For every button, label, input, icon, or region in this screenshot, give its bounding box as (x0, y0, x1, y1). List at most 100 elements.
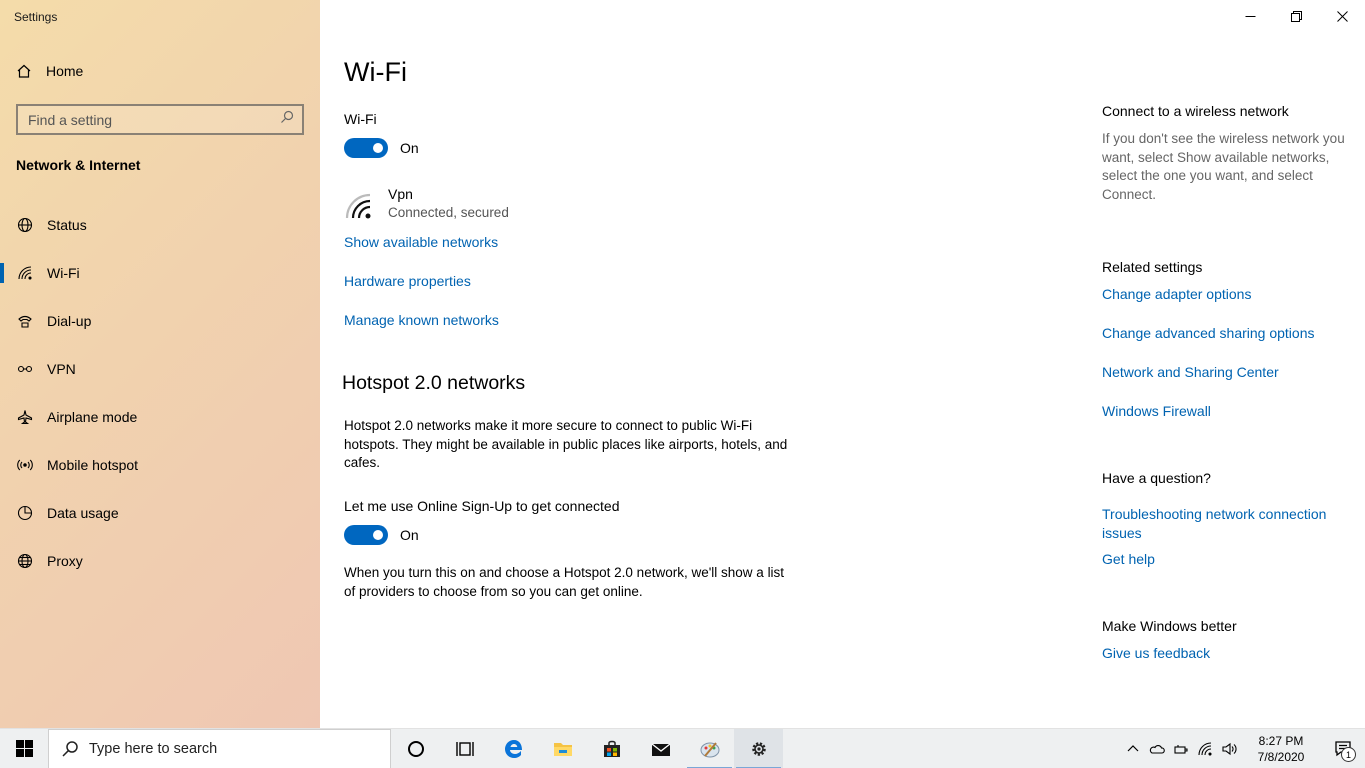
troubleshooting-link[interactable]: Troubleshooting network connection issue… (1102, 505, 1352, 542)
network-tray-button[interactable] (1193, 729, 1217, 768)
sidebar-item-label: Wi-Fi (47, 265, 80, 281)
action-center-button[interactable]: 1 (1321, 729, 1365, 768)
question-heading: Have a question? (1102, 470, 1211, 486)
windows-firewall-link[interactable]: Windows Firewall (1102, 402, 1352, 421)
change-adapter-options-link[interactable]: Change adapter options (1102, 285, 1352, 304)
sidebar-home[interactable]: Home (16, 63, 83, 79)
taskbar-clock[interactable]: 8:27 PM 7/8/2020 (1241, 733, 1321, 765)
minimize-icon (1245, 15, 1255, 17)
volume-button[interactable] (1217, 729, 1241, 768)
page-title: Wi-Fi (344, 57, 407, 87)
minimize-button[interactable] (1227, 0, 1273, 32)
sidebar-item-status[interactable]: Status (0, 201, 320, 249)
hardware-properties-link[interactable]: Hardware properties (344, 273, 471, 289)
manage-known-networks-link[interactable]: Manage known networks (344, 312, 499, 328)
folder-icon (553, 742, 572, 756)
toggle-knob (373, 530, 383, 540)
wifi-icon (1198, 742, 1212, 756)
speaker-icon (1222, 742, 1237, 756)
data-usage-icon (17, 505, 33, 521)
sidebar-item-airplane-mode[interactable]: Airplane mode (0, 393, 320, 441)
osu-description: When you turn this on and choose a Hotsp… (344, 565, 785, 599)
osu-label: Let me use Online Sign-Up to get connect… (344, 498, 620, 514)
taskbar-search-box[interactable] (48, 728, 391, 768)
get-help-link[interactable]: Get help (1102, 550, 1352, 569)
show-available-networks-link[interactable]: Show available networks (344, 234, 498, 250)
home-icon (16, 63, 32, 79)
give-feedback-link[interactable]: Give us feedback (1102, 644, 1352, 663)
sidebar: Settings Home Network & Internet Status … (0, 0, 320, 728)
sidebar-item-label: VPN (47, 361, 76, 377)
related-settings-heading: Related settings (1102, 259, 1203, 275)
start-button[interactable] (0, 729, 48, 768)
mail-button[interactable] (636, 729, 685, 768)
edge-icon (504, 739, 522, 758)
hotspot-description: Hotspot 2.0 networks make it more secure… (344, 418, 788, 470)
sidebar-item-data-usage[interactable]: Data usage (0, 489, 320, 537)
cloud-icon (1149, 744, 1165, 754)
clock-time: 8:27 PM (1258, 734, 1304, 748)
connect-text: If you don't see the wireless network yo… (1102, 131, 1345, 202)
sidebar-item-vpn[interactable]: VPN (0, 345, 320, 393)
cortana-icon (407, 740, 424, 757)
paint-button[interactable] (685, 729, 734, 768)
store-bag-icon (603, 740, 620, 757)
connect-heading: Connect to a wireless network (1102, 103, 1289, 119)
close-icon (1336, 10, 1348, 22)
battery-button[interactable] (1169, 729, 1193, 768)
onedrive-button[interactable] (1145, 729, 1169, 768)
settings-search-input[interactable] (28, 111, 268, 128)
restore-icon (1290, 10, 1302, 22)
edge-button[interactable] (489, 729, 538, 768)
network-sharing-center-link[interactable]: Network and Sharing Center (1102, 363, 1352, 382)
osu-toggle-state: On (400, 527, 419, 543)
window-controls (1227, 0, 1365, 32)
wifi-icon (17, 265, 33, 281)
restore-button[interactable] (1273, 0, 1319, 32)
wifi-label: Wi-Fi (344, 111, 377, 127)
globe-status-icon (17, 217, 33, 233)
network-name: Vpn (388, 186, 413, 202)
power-plug-icon (1174, 745, 1188, 754)
vpn-icon (17, 361, 33, 377)
change-advanced-sharing-link[interactable]: Change advanced sharing options (1102, 324, 1352, 343)
task-view-button[interactable] (440, 729, 489, 768)
connected-network[interactable]: Vpn Connected, secured (344, 186, 509, 225)
sidebar-home-label: Home (46, 63, 84, 79)
cortana-button[interactable] (391, 729, 440, 768)
sidebar-item-dialup[interactable]: Dial-up (0, 297, 320, 345)
chevron-up-icon (1127, 745, 1139, 752)
search-icon (62, 740, 78, 757)
hotspot-icon (17, 457, 33, 473)
app-title: Settings (14, 10, 58, 24)
store-button[interactable] (587, 729, 636, 768)
paint-palette-icon (700, 741, 719, 757)
sidebar-item-label: Status (47, 217, 87, 233)
taskbar-search-input[interactable] (89, 740, 369, 757)
toggle-knob (373, 143, 383, 153)
sidebar-item-wifi[interactable]: Wi-Fi (0, 249, 320, 297)
sidebar-nav: Status Wi-Fi Dial-up VPN Airplane mode M… (0, 201, 320, 585)
osu-toggle-row: On (344, 525, 419, 545)
task-view-icon (455, 741, 474, 756)
search-icon (280, 110, 294, 129)
settings-button[interactable] (734, 728, 783, 768)
clock-date: 7/8/2020 (1257, 750, 1305, 764)
make-windows-better-heading: Make Windows better (1102, 618, 1237, 634)
wifi-toggle-state: On (400, 140, 419, 156)
sidebar-item-label: Dial-up (47, 313, 92, 329)
dialup-icon (17, 313, 33, 329)
settings-search-box[interactable] (16, 104, 304, 135)
taskbar-apps (391, 728, 783, 768)
show-hidden-icons-button[interactable] (1121, 729, 1145, 768)
close-button[interactable] (1319, 0, 1365, 32)
sidebar-item-label: Airplane mode (47, 409, 138, 425)
notification-count-badge: 1 (1341, 747, 1356, 762)
wifi-toggle[interactable] (344, 138, 388, 158)
sidebar-item-mobile-hotspot[interactable]: Mobile hotspot (0, 441, 320, 489)
osu-toggle[interactable] (344, 525, 388, 545)
file-explorer-button[interactable] (538, 729, 587, 768)
sidebar-section-title: Network & Internet (16, 157, 141, 173)
mail-icon (651, 742, 670, 756)
sidebar-item-proxy[interactable]: Proxy (0, 537, 320, 585)
